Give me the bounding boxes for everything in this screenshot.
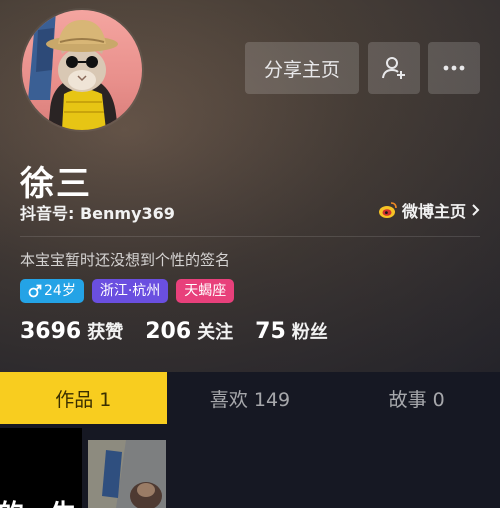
likes-stat[interactable]: 3696 获赞 — [20, 318, 123, 344]
tab-works[interactable]: 作品 1 — [0, 372, 167, 424]
tab-likes[interactable]: 喜欢 149 — [167, 372, 334, 424]
add-friend-button[interactable] — [368, 42, 420, 94]
profile-nickname: 徐三 — [20, 164, 92, 204]
video-caption: 的一生 — [0, 494, 76, 508]
cat-avatar-image — [28, 10, 118, 130]
profile-bio: 本宝宝暂时还没想到个性的签名 — [20, 251, 231, 269]
video-thumbnail-image — [88, 440, 166, 508]
profile-tags: 24岁 浙江·杭州 天蝎座 — [20, 279, 235, 303]
following-count: 206 — [145, 319, 192, 344]
share-profile-label: 分享主页 — [263, 58, 340, 81]
video-thumbnail[interactable] — [88, 440, 166, 508]
more-icon — [443, 65, 465, 71]
tab-likes-label: 喜欢 149 — [209, 388, 291, 411]
tab-stories[interactable]: 故事 0 — [333, 372, 500, 424]
zodiac-label: 天蝎座 — [184, 283, 227, 299]
profile-stats: 3696 获赞 206 关注 75 粉丝 — [20, 318, 328, 344]
fans-label: 粉丝 — [291, 322, 328, 343]
profile-tabs: 作品 1 喜欢 149 故事 0 — [0, 372, 500, 424]
more-options-button[interactable] — [428, 42, 480, 94]
weibo-home-link[interactable]: 微博主页 — [378, 198, 480, 222]
following-stat[interactable]: 206 关注 — [145, 318, 233, 344]
video-thumbnail[interactable]: 的一生 — [0, 428, 82, 508]
likes-label: 获赞 — [87, 322, 124, 343]
likes-count: 3696 — [20, 319, 82, 344]
gender-age-label: 24岁 — [44, 283, 76, 299]
fans-stat[interactable]: 75 粉丝 — [255, 318, 328, 344]
location-label: 浙江·杭州 — [99, 283, 161, 299]
weibo-home-label: 微博主页 — [401, 202, 466, 221]
share-profile-button[interactable]: 分享主页 — [245, 42, 359, 94]
profile-divider — [20, 236, 480, 237]
zodiac-tag: 天蝎座 — [176, 279, 235, 303]
add-user-icon — [382, 57, 405, 79]
weibo-icon — [378, 202, 397, 218]
location-tag: 浙江·杭州 — [91, 279, 169, 303]
following-label: 关注 — [197, 322, 234, 343]
douyin-id: 抖音号: Benmy369 — [20, 204, 175, 223]
male-icon — [28, 284, 42, 298]
chevron-right-icon — [472, 204, 480, 216]
tab-works-label: 作品 1 — [55, 388, 112, 411]
gender-age-tag: 24岁 — [20, 279, 84, 303]
tab-stories-label: 故事 0 — [388, 388, 445, 411]
avatar[interactable] — [22, 10, 142, 130]
fans-count: 75 — [255, 319, 286, 344]
